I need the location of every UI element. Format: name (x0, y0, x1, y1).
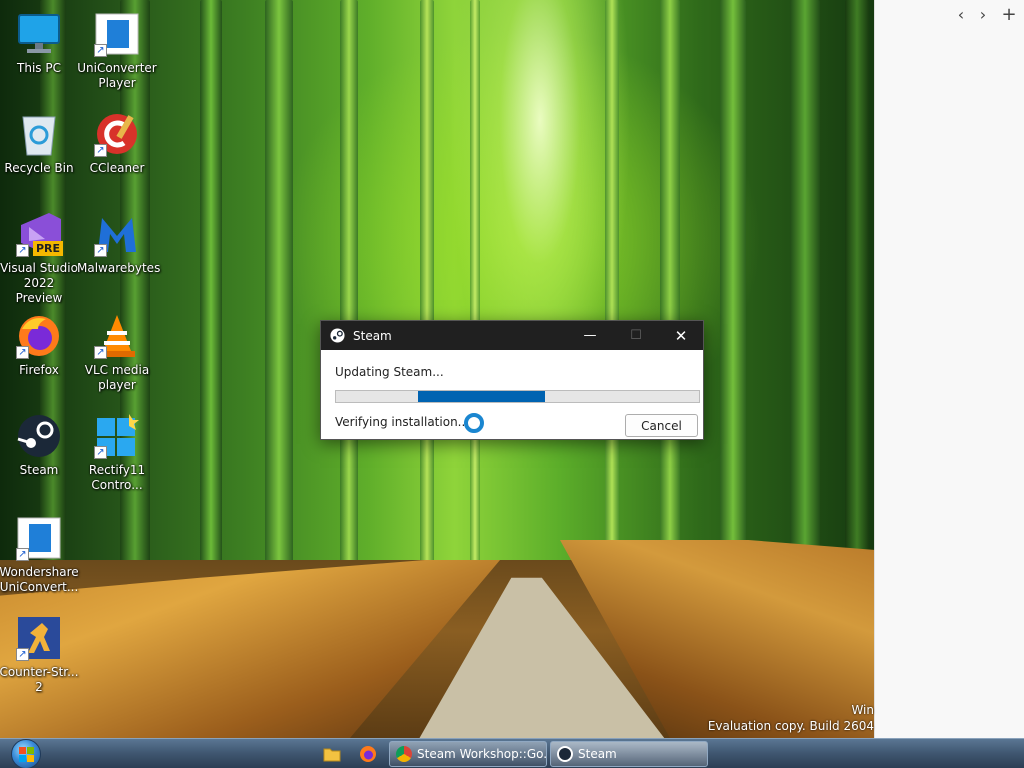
desktop-icon-counter-strike[interactable]: ↗ Counter-Str... 2 (0, 614, 79, 695)
desktop-icon-label: Steam (19, 463, 59, 477)
uniconverter-player-icon: ↗ (93, 10, 141, 58)
firefox-icon (360, 746, 376, 762)
desktop-icon-label: VLC media player (84, 363, 150, 392)
malwarebytes-icon: ↗ (93, 210, 141, 258)
add-icon[interactable]: + (999, 4, 1019, 26)
steam-logo-icon (330, 328, 345, 343)
shortcut-arrow-icon: ↗ (16, 346, 29, 359)
watermark-line-2: Evaluation copy. Build 2604 (707, 719, 874, 733)
steam-logo-icon (15, 412, 63, 460)
windows-start-orb-icon (11, 739, 41, 768)
desktop-icon-label: Counter-Str... 2 (0, 665, 79, 694)
cancel-button[interactable]: Cancel (625, 414, 698, 437)
shortcut-arrow-icon: ↗ (16, 648, 29, 661)
desktop-icon-ccleaner[interactable]: ↗ CCleaner (77, 110, 157, 176)
desktop-icon-wondershare[interactable]: ↗ Wondershare UniConvert... (0, 514, 79, 595)
progress-bar-fill (418, 391, 545, 402)
desktop-icon-label: Firefox (19, 363, 59, 377)
start-button[interactable] (6, 739, 46, 768)
verify-status-text: Verifying installation... (335, 415, 470, 429)
side-panel: ‹ › + (874, 0, 1024, 738)
minimize-button[interactable]: — (567, 321, 613, 350)
steam-logo-icon (557, 746, 573, 762)
task-label: Steam Workshop::Go... (417, 747, 547, 761)
watermark-line-1: Win (851, 703, 874, 717)
task-chrome-steam-workshop[interactable]: Steam Workshop::Go... (389, 741, 547, 767)
task-steam[interactable]: Steam (550, 741, 708, 767)
desktop-icon-vlc[interactable]: ↗ VLC media player (77, 312, 157, 393)
desktop-icon-label: Visual Studio 2022 Preview (0, 261, 78, 305)
back-arrow-icon[interactable]: ‹ (951, 4, 971, 26)
task-label: Steam (578, 747, 617, 761)
desktop-icon-label: Malwarebytes (77, 261, 161, 275)
desktop-icon-label: Rectify11 Contro... (88, 463, 146, 492)
desktop-icon-label: Recycle Bin (4, 161, 74, 175)
vlc-cone-icon: ↗ (93, 312, 141, 360)
wondershare-uniconverter-icon: ↗ (15, 514, 63, 562)
desktop-icon-firefox[interactable]: ↗ Firefox (0, 312, 79, 378)
desktop-icon-visual-studio[interactable]: PRE ↗ Visual Studio 2022 Preview (0, 210, 79, 306)
forward-arrow-icon[interactable]: › (973, 4, 993, 26)
shortcut-arrow-icon: ↗ (94, 446, 107, 459)
maximize-button: ☐ (630, 328, 642, 343)
close-button[interactable]: ✕ (658, 321, 704, 350)
desktop-icon-malwarebytes[interactable]: ↗ Malwarebytes (77, 210, 161, 276)
desktop-icon-label: This PC (17, 61, 61, 75)
desktop-icon-rectify11[interactable]: ↗ Rectify11 Contro... (77, 412, 157, 493)
desktop-icon-uniconverter-player[interactable]: ↗ UniConverter Player (77, 10, 157, 91)
shortcut-arrow-icon: ↗ (94, 244, 107, 257)
desktop-icon-label: CCleaner (89, 161, 145, 175)
desktop-icon-steam[interactable]: Steam (0, 412, 79, 478)
shortcut-arrow-icon: ↗ (16, 548, 29, 561)
visual-studio-icon: PRE ↗ (15, 210, 63, 258)
file-explorer-pin[interactable] (320, 743, 344, 765)
loading-spinner-icon (464, 413, 484, 433)
firefox-pin[interactable] (356, 743, 380, 765)
preview-badge: PRE (32, 241, 63, 256)
desktop-icon-this-pc[interactable]: This PC (0, 10, 79, 76)
chrome-icon (396, 746, 412, 762)
recycle-bin-icon (15, 110, 63, 158)
steam-update-dialog: Steam — ☐ ✕ Updating Steam... Verifying … (320, 320, 704, 440)
shortcut-arrow-icon: ↗ (94, 144, 107, 157)
evaluation-watermark: Win Evaluation copy. Build 2604 (708, 702, 874, 734)
update-status-text: Updating Steam... (335, 365, 444, 379)
counter-strike-icon: ↗ (15, 614, 63, 662)
desktop-icon-recycle-bin[interactable]: Recycle Bin (0, 110, 79, 176)
desktop-icon-label: Wondershare UniConvert... (0, 565, 79, 594)
taskbar: Steam Workshop::Go... Steam (0, 738, 1024, 768)
ccleaner-icon: ↗ (93, 110, 141, 158)
monitor-icon (15, 10, 63, 58)
windows-logo-icon: ↗ (93, 412, 141, 460)
shortcut-arrow-icon: ↗ (16, 244, 29, 257)
firefox-icon: ↗ (15, 312, 63, 360)
dialog-titlebar[interactable]: Steam — ☐ ✕ (321, 321, 703, 350)
folder-icon (323, 748, 341, 762)
progress-bar (335, 390, 700, 403)
shortcut-arrow-icon: ↗ (94, 44, 107, 57)
dialog-title: Steam (353, 328, 392, 343)
shortcut-arrow-icon: ↗ (94, 346, 107, 359)
desktop-icon-label: UniConverter Player (77, 61, 157, 90)
